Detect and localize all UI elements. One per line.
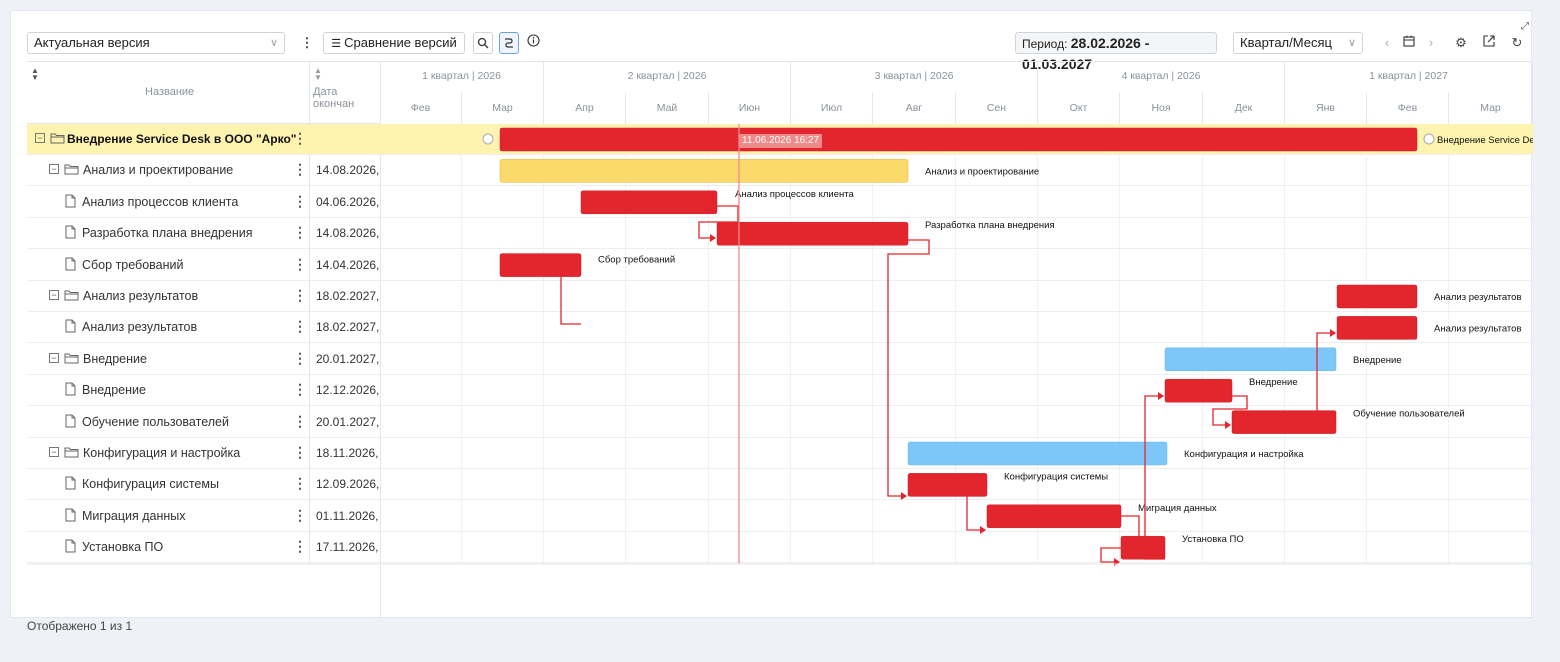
dependencies-toggle-button[interactable] [499,32,519,54]
bar-label: Анализ результатов [1434,292,1522,303]
bar-label: Разработка плана внедрения [925,220,1055,231]
dependency-arrowhead [901,492,907,500]
period-display[interactable]: Период: 28.02.2026 - 01.03.2027 [1015,32,1217,72]
expand-icon[interactable]: ⤢ [1515,17,1535,37]
task-bar[interactable] [907,441,1168,466]
dependency-arrowhead [710,234,716,242]
task-bar[interactable] [986,504,1122,529]
dependency-arrowhead [1158,392,1164,400]
bar-label: Установка ПО [1182,534,1244,545]
task-bar[interactable] [499,127,1418,152]
chevron-down-icon: ∨ [1347,37,1356,49]
bar-label: Внедрение Service De [1437,135,1533,146]
task-bar[interactable] [580,190,718,215]
task-bar[interactable] [499,159,909,183]
bar-label: Миграция данных [1138,503,1217,514]
task-bar[interactable] [716,221,909,246]
dependency-arrowhead [980,526,986,534]
search-icon [477,37,489,49]
more-options-icon[interactable]: ⋮ [297,33,317,53]
next-period-icon[interactable]: › [1421,33,1441,53]
calendar-icon[interactable] [1399,33,1419,53]
gear-icon[interactable]: ⚙ [1451,33,1471,53]
gantt-grid: ▲ ▼ Название ▲ ▼ Дата окончан 1 квартал | … [27,61,1533,618]
dependency-link [1144,395,1165,560]
bar-label: Конфигурация и настройка [1184,449,1304,460]
info-icon[interactable] [523,33,543,53]
route-icon [505,38,513,48]
end-milestone-icon [1423,133,1435,145]
compare-versions-button[interactable]: ☰ Сравнение версий [323,32,465,54]
version-select-value: Актуальная версия [34,35,150,50]
chevron-down-icon: ∨ [269,37,278,49]
prev-period-icon[interactable]: ‹ [1377,33,1397,53]
task-bar[interactable] [1231,410,1337,434]
toolbar: Актуальная версия ∨ ⋮ ☰ Сравнение версий… [11,11,1531,72]
bar-label: Сбор требований [598,255,675,266]
bar-label: Анализ и проектирование [925,166,1039,177]
bar-label: Конфигурация системы [1004,471,1108,482]
gantt-panel: Актуальная версия ∨ ⋮ ☰ Сравнение версий… [10,10,1533,633]
export-icon[interactable] [1479,33,1499,53]
task-bar[interactable] [907,473,988,497]
task-bar[interactable] [1164,347,1337,372]
bar-label: Анализ результатов [1434,323,1522,334]
bar-label: Внедрение [1249,377,1298,388]
period-label: Период: [1022,37,1071,51]
task-bar[interactable] [1336,316,1418,340]
scale-select-value: Квартал/Месяц [1240,35,1332,50]
version-select[interactable]: Актуальная версия ∨ [27,32,285,54]
bar-label: Внедрение [1353,355,1402,366]
record-count: Отображено 1 из 1 [27,619,133,633]
scale-select[interactable]: Квартал/Месяц ∨ [1233,32,1363,54]
task-bar[interactable] [1336,284,1418,309]
compare-versions-label: Сравнение версий [344,35,457,50]
bar-label: Анализ процессов клиента [735,189,855,200]
today-marker-label: 11.06.2026 16:27 [739,134,823,148]
dependency-arrowhead [1114,558,1120,566]
compare-icon: ☰ [331,38,345,50]
bar-label: Обучение пользователей [1353,409,1465,420]
dependency-arrowhead [1225,421,1231,429]
start-milestone-icon [482,133,494,145]
task-bar[interactable] [1164,378,1233,403]
task-bar[interactable] [499,253,582,277]
dependency-arrowhead [1330,329,1336,337]
search-button[interactable] [473,32,493,54]
